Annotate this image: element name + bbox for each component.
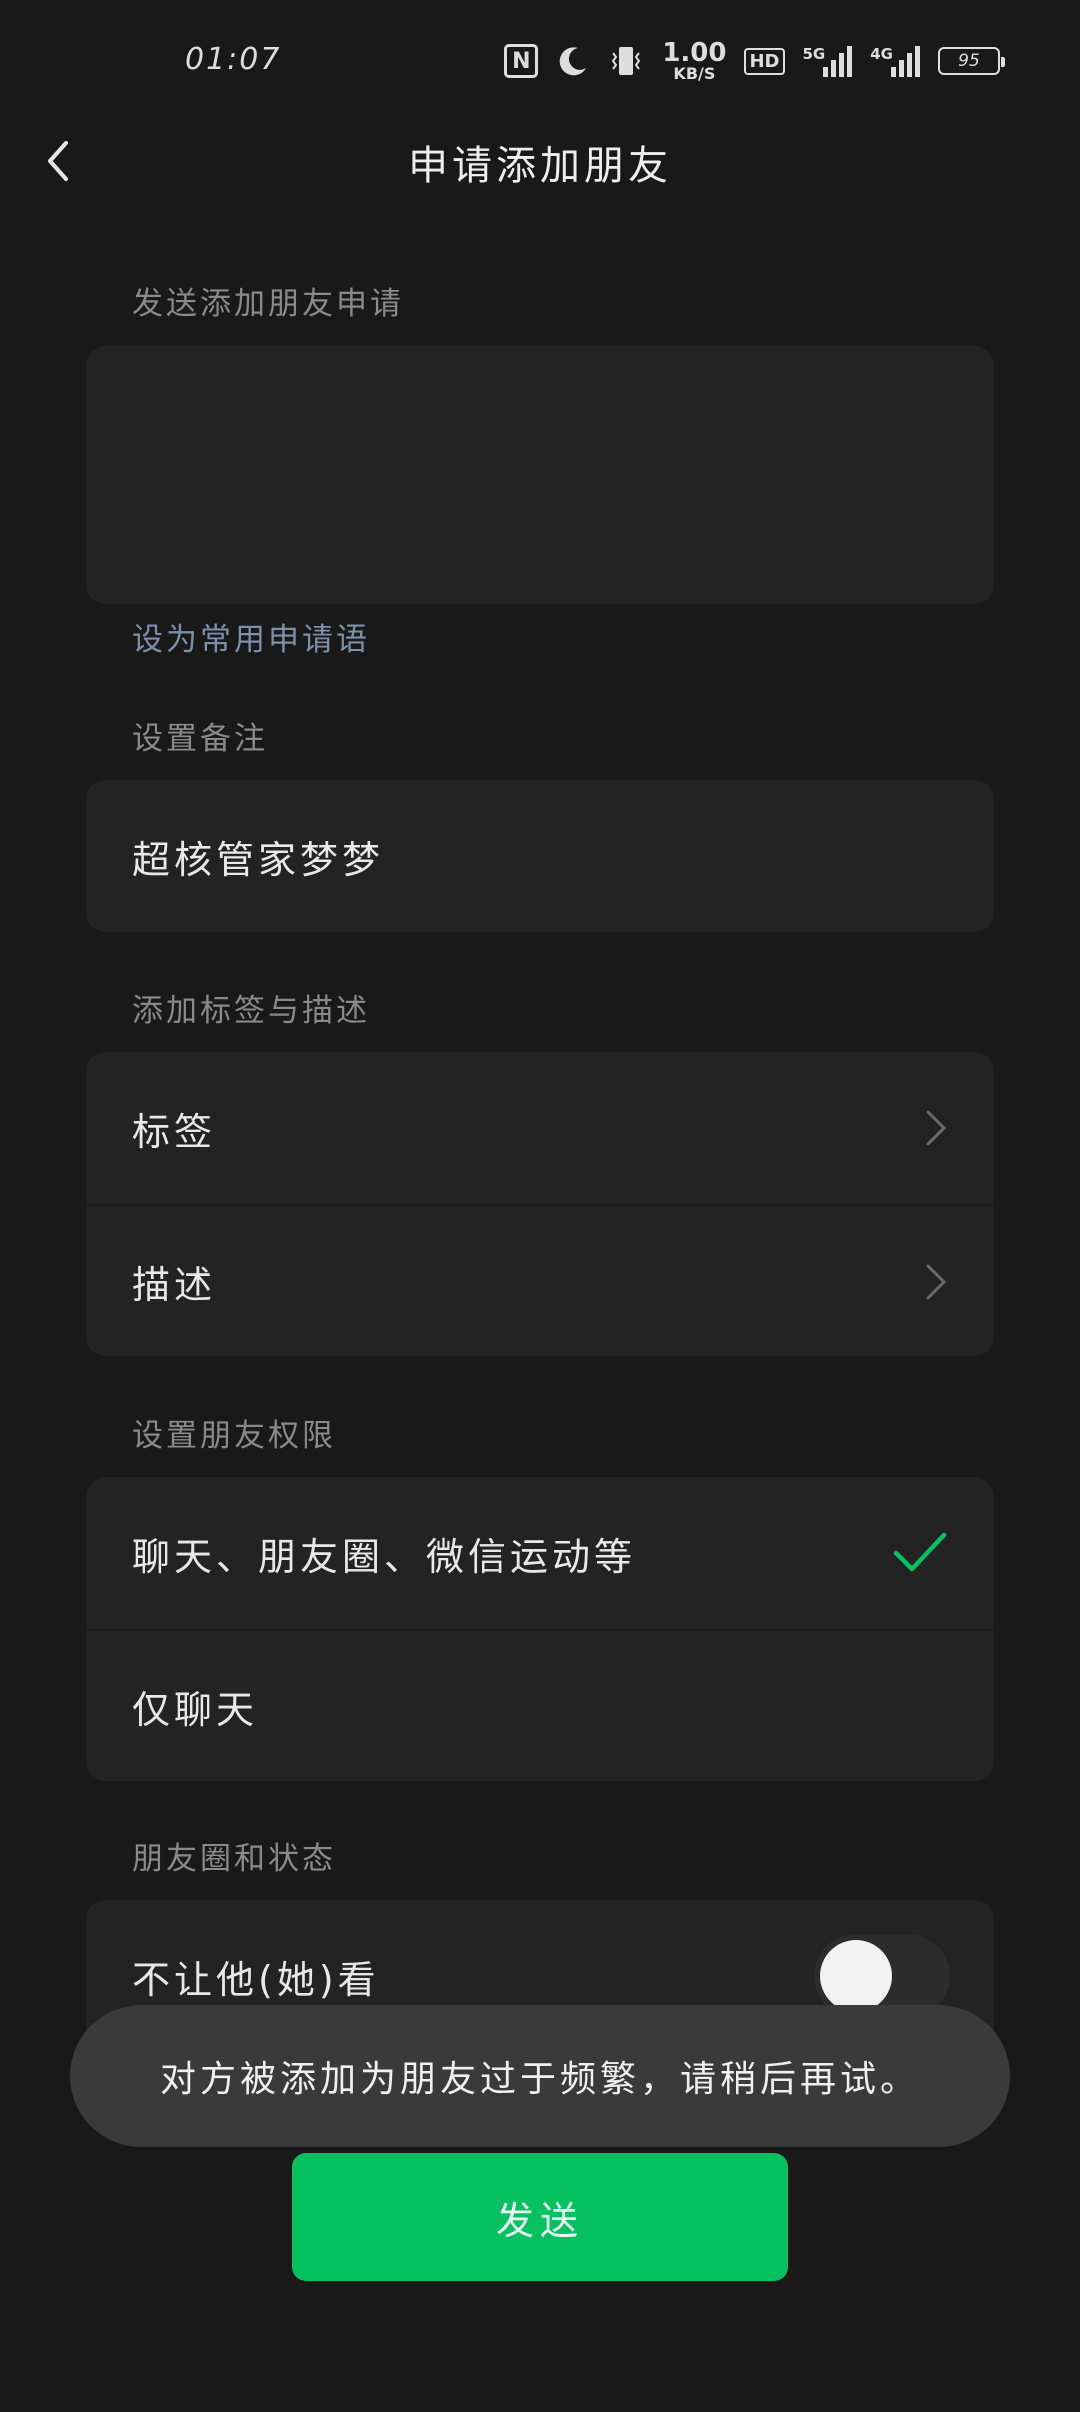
signal-icon: 5G <box>803 45 853 77</box>
status-icons: N 1.00 KB/S HD 5G 4G 95 <box>504 40 1005 82</box>
net1-label: 5G <box>802 45 826 63</box>
request-message-text <box>86 346 994 406</box>
description-row[interactable]: 描述 <box>86 1204 994 1356</box>
chevron-right-icon <box>926 1110 947 1146</box>
speed-value: 1.00 <box>662 38 727 68</box>
tags-card: 标签 描述 <box>86 1052 994 1356</box>
permission-option-chat-only-label: 仅聊天 <box>132 1687 259 1732</box>
permissions-card: 聊天、朋友圈、微信运动等 仅聊天 <box>86 1477 994 1781</box>
moments-section-label: 朋友圈和状态 <box>132 1841 336 1877</box>
hd-icon: HD <box>744 47 785 75</box>
permission-option-full[interactable]: 聊天、朋友圈、微信运动等 <box>86 1477 994 1629</box>
signal-icon-2: 4G <box>870 45 920 77</box>
nfc-icon: N <box>504 44 539 78</box>
toggle-knob <box>820 1940 892 2012</box>
send-button[interactable]: 发送 <box>292 2153 788 2281</box>
tag-row[interactable]: 标签 <box>86 1052 994 1204</box>
tag-label: 标签 <box>132 1109 217 1154</box>
hide-moments-label: 不让他(她)看 <box>132 1957 380 2002</box>
vibrate-icon <box>608 43 644 79</box>
nav-header: 申请添加朋友 <box>0 125 1080 195</box>
permission-option-chat-only[interactable]: 仅聊天 <box>86 1629 994 1781</box>
net2-label: 4G <box>870 45 893 63</box>
request-section-label: 发送添加朋友申请 <box>132 286 404 322</box>
error-toast: 对方被添加为朋友过于频繁，请稍后再试。 <box>70 2005 1010 2147</box>
clock: 01:07 <box>185 42 282 77</box>
request-message-input[interactable] <box>86 346 994 604</box>
page-title: 申请添加朋友 <box>408 143 672 189</box>
remark-section-label: 设置备注 <box>132 721 268 757</box>
permission-option-full-label: 聊天、朋友圈、微信运动等 <box>132 1534 637 1579</box>
speed-unit: KB/S <box>673 64 716 83</box>
remark-input[interactable]: 超核管家梦梦 <box>86 780 994 932</box>
chevron-right-icon <box>926 1264 947 1300</box>
remark-value: 超核管家梦梦 <box>132 837 385 882</box>
description-label: 描述 <box>132 1262 217 1307</box>
network-speed: 1.00 KB/S <box>662 40 726 82</box>
permissions-section-label: 设置朋友权限 <box>132 1418 336 1454</box>
battery-icon: 95 <box>938 47 1005 75</box>
moon-icon <box>556 44 590 78</box>
checkmark-icon <box>893 1532 947 1572</box>
tags-section-label: 添加标签与描述 <box>132 993 370 1029</box>
set-common-phrase-link[interactable]: 设为常用申请语 <box>132 614 370 659</box>
status-bar: 01:07 N 1.00 KB/S HD 5G 4G 95 <box>0 0 1080 125</box>
